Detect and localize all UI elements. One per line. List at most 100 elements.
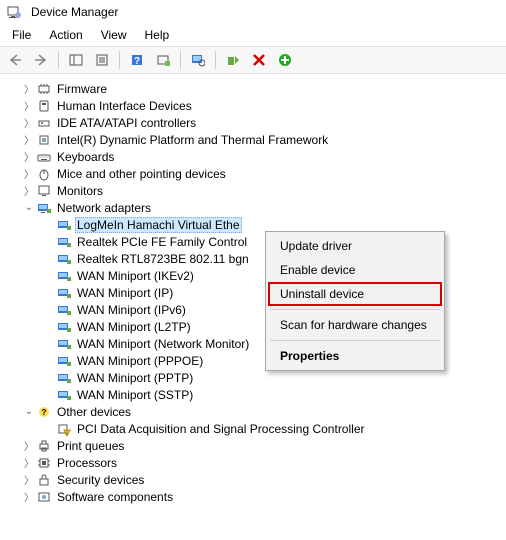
adapter-icon (56, 387, 72, 403)
device-wan-pptp[interactable]: · WAN Miniport (PPTP) (2, 369, 506, 386)
expand-icon[interactable]: 〉 (22, 98, 36, 113)
context-enable-device[interactable]: Enable device (268, 258, 442, 282)
context-scan-hardware[interactable]: Scan for hardware changes (268, 313, 442, 337)
hid-icon (36, 98, 52, 114)
titlebar: Device Manager (0, 0, 506, 24)
adapter-icon (56, 319, 72, 335)
toolbar: ? (0, 46, 506, 74)
category-hid[interactable]: 〉 Human Interface Devices (2, 97, 506, 114)
firmware-icon (36, 81, 52, 97)
label: WAN Miniport (IKEv2) (75, 269, 196, 283)
label: PCI Data Acquisition and Signal Processi… (75, 422, 366, 436)
category-mice[interactable]: 〉 Mice and other pointing devices (2, 165, 506, 182)
label: IDE ATA/ATAPI controllers (55, 116, 198, 130)
label: Keyboards (55, 150, 116, 164)
menu-file[interactable]: File (4, 26, 39, 44)
label: Other devices (55, 405, 133, 419)
device-pci-daq[interactable]: · ! PCI Data Acquisition and Signal Proc… (2, 420, 506, 437)
enable-button[interactable] (222, 49, 244, 71)
show-hide-button[interactable] (65, 49, 87, 71)
context-properties[interactable]: Properties (268, 344, 442, 368)
expand-icon[interactable]: 〉 (22, 438, 36, 453)
label: Software components (55, 490, 175, 504)
label: WAN Miniport (Network Monitor) (75, 337, 251, 351)
category-printqueues[interactable]: 〉 Print queues (2, 437, 506, 454)
label: WAN Miniport (SSTP) (75, 388, 195, 402)
adapter-icon (56, 370, 72, 386)
app-icon (6, 4, 22, 20)
label: Monitors (55, 184, 105, 198)
category-intel[interactable]: 〉 Intel(R) Dynamic Platform and Thermal … (2, 131, 506, 148)
label: LogMeIn Hamachi Virtual Ethe (75, 217, 242, 233)
expand-icon[interactable]: 〉 (22, 455, 36, 470)
category-software[interactable]: 〉 Software components (2, 488, 506, 505)
scan-button[interactable] (187, 49, 209, 71)
category-other[interactable]: ⌄ ? Other devices (2, 403, 506, 420)
label: WAN Miniport (IPv6) (75, 303, 188, 317)
adapter-icon (56, 336, 72, 352)
label: Print queues (55, 439, 126, 453)
keyboard-icon (36, 149, 52, 165)
other-icon: ? (36, 404, 52, 420)
menubar: File Action View Help (0, 24, 506, 46)
category-ide[interactable]: 〉 IDE ATA/ATAPI controllers (2, 114, 506, 131)
category-security[interactable]: 〉 Security devices (2, 471, 506, 488)
menu-separator (270, 340, 440, 341)
svg-text:?: ? (42, 408, 47, 417)
collapse-icon[interactable]: ⌄ (22, 406, 36, 417)
help-button[interactable]: ? (126, 49, 148, 71)
expand-icon[interactable]: 〉 (22, 132, 36, 147)
back-button[interactable] (4, 49, 26, 71)
security-icon (36, 472, 52, 488)
monitor-icon (36, 183, 52, 199)
expand-icon[interactable]: 〉 (22, 81, 36, 96)
adapter-icon (56, 251, 72, 267)
label: WAN Miniport (L2TP) (75, 320, 193, 334)
ide-icon (36, 115, 52, 131)
expand-icon[interactable]: 〉 (22, 115, 36, 130)
menu-view[interactable]: View (93, 26, 135, 44)
adapter-icon (56, 353, 72, 369)
label: WAN Miniport (IP) (75, 286, 175, 300)
label: Firmware (55, 82, 109, 96)
label: Realtek RTL8723BE 802.11 bgn (75, 252, 251, 266)
label: Realtek PCIe FE Family Control (75, 235, 249, 249)
category-processors[interactable]: 〉 Processors (2, 454, 506, 471)
update-button[interactable] (274, 49, 296, 71)
category-network[interactable]: ⌄ Network adapters (2, 199, 506, 216)
properties-button[interactable] (91, 49, 113, 71)
label: Mice and other pointing devices (55, 167, 228, 181)
label: Network adapters (55, 201, 153, 215)
cpu-icon (36, 455, 52, 471)
label: WAN Miniport (PPPOE) (75, 354, 205, 368)
label: Processors (55, 456, 119, 470)
menu-help[interactable]: Help (137, 26, 178, 44)
window-title: Device Manager (31, 5, 118, 19)
adapter-icon (56, 217, 72, 233)
action-button[interactable] (152, 49, 174, 71)
warning-icon: ! (56, 421, 72, 437)
expand-icon[interactable]: 〉 (22, 183, 36, 198)
device-wan-sstp[interactable]: · WAN Miniport (SSTP) (2, 386, 506, 403)
network-icon (36, 200, 52, 216)
category-monitors[interactable]: 〉 Monitors (2, 182, 506, 199)
menu-action[interactable]: Action (41, 26, 90, 44)
expand-icon[interactable]: 〉 (22, 166, 36, 181)
chip-icon (36, 132, 52, 148)
adapter-icon (56, 302, 72, 318)
mouse-icon (36, 166, 52, 182)
adapter-icon (56, 268, 72, 284)
label: WAN Miniport (PPTP) (75, 371, 195, 385)
category-keyboards[interactable]: 〉 Keyboards (2, 148, 506, 165)
context-update-driver[interactable]: Update driver (268, 234, 442, 258)
disable-button[interactable] (248, 49, 270, 71)
collapse-icon[interactable]: ⌄ (22, 202, 36, 213)
context-uninstall-device[interactable]: Uninstall device (268, 282, 442, 306)
context-menu: Update driver Enable device Uninstall de… (265, 231, 445, 371)
expand-icon[interactable]: 〉 (22, 149, 36, 164)
expand-icon[interactable]: 〉 (22, 472, 36, 487)
adapter-icon (56, 285, 72, 301)
category-firmware[interactable]: 〉 Firmware (2, 80, 506, 97)
forward-button[interactable] (30, 49, 52, 71)
expand-icon[interactable]: 〉 (22, 489, 36, 504)
